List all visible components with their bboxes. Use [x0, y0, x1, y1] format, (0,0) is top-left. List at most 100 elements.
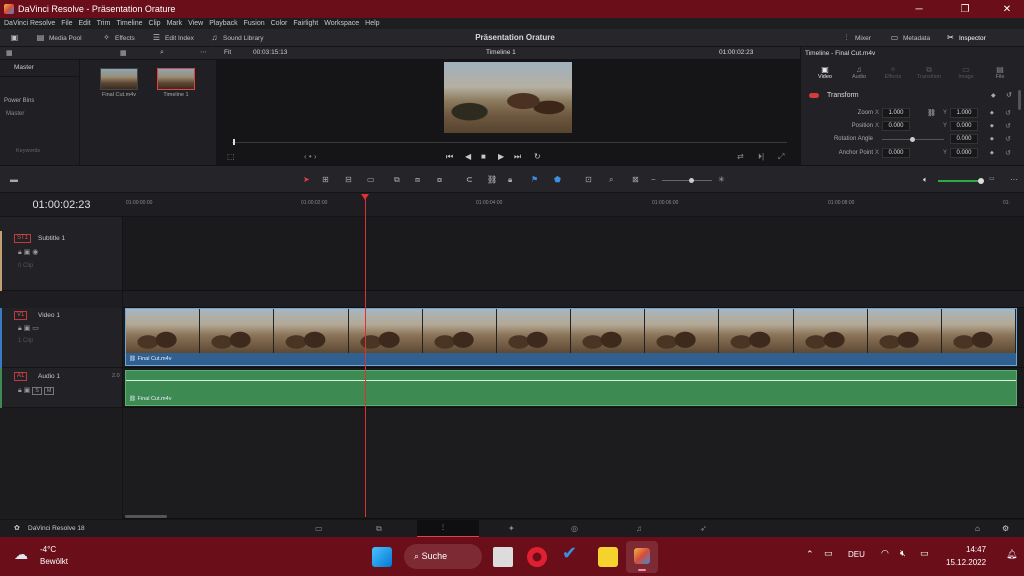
- menu-file[interactable]: File: [61, 20, 72, 27]
- power-bin-master[interactable]: Master: [6, 111, 24, 117]
- deliver-page-icon[interactable]: ➶: [700, 524, 707, 533]
- cloud-icon[interactable]: ☁: [14, 546, 28, 563]
- media-page-icon[interactable]: ▭: [315, 524, 323, 533]
- db-meter-icon[interactable]: ▭: [989, 175, 995, 182]
- settings-icon[interactable]: ⚙: [1002, 524, 1009, 533]
- zoom-full-icon[interactable]: ⊡: [585, 175, 592, 184]
- menu-workspace[interactable]: Workspace: [324, 20, 359, 27]
- clip-thumb-final-cut[interactable]: [100, 68, 138, 90]
- clock-date[interactable]: 15.12.2022: [946, 558, 986, 567]
- loop-icon[interactable]: ↻: [534, 152, 541, 161]
- next-edit-icon[interactable]: ⏵|: [758, 152, 764, 162]
- menu-fusion[interactable]: Fusion: [244, 20, 265, 27]
- anchor-y-field[interactable]: 0.000: [950, 148, 978, 158]
- audio-clip[interactable]: ⛓ Final Cut.m4v: [125, 370, 1017, 406]
- anchor-x-field[interactable]: 0.000: [882, 148, 910, 158]
- cut-page-icon[interactable]: ⧉: [376, 524, 382, 534]
- menu-trim[interactable]: Trim: [97, 20, 111, 27]
- mixer-button[interactable]: ⫶ Mixer: [842, 32, 871, 44]
- chevron-up-icon[interactable]: ⌃: [806, 549, 814, 560]
- volume-slider[interactable]: [938, 180, 982, 182]
- position-reset-icon[interactable]: ↺: [1005, 122, 1011, 130]
- timeline-zoom-handle[interactable]: [689, 178, 694, 183]
- list-view-icon[interactable]: ▦: [6, 49, 13, 57]
- overwrite-clip-icon[interactable]: ⧈: [415, 175, 420, 185]
- go-to-end-icon[interactable]: ⏭: [514, 152, 521, 162]
- trim-tool-icon[interactable]: ⊞: [322, 175, 329, 184]
- fusion-page-icon[interactable]: ✦: [508, 524, 515, 533]
- mute-button[interactable]: M: [43, 387, 55, 395]
- clip-thumb-timeline-1[interactable]: [157, 68, 195, 90]
- timeline-playhead[interactable]: [365, 194, 366, 517]
- timeline-zoom-slider[interactable]: [662, 180, 712, 181]
- inspector-scrollbar[interactable]: [1018, 90, 1021, 110]
- flag-icon[interactable]: ⚑: [531, 175, 538, 184]
- play-icon[interactable]: ▶: [498, 152, 504, 161]
- sound-library-button[interactable]: ♫ Sound Library: [210, 32, 264, 44]
- lock-icon[interactable]: 🔒︎: [18, 325, 22, 332]
- track-visibility-icon[interactable]: ▭: [32, 325, 39, 332]
- solo-button[interactable]: S: [32, 387, 42, 395]
- subtitle-lane[interactable]: [123, 217, 1024, 291]
- viewer-overlay-icon[interactable]: ⬚: [227, 152, 235, 161]
- stop-icon[interactable]: ■: [481, 152, 486, 161]
- tab-audio[interactable]: ♫ Audio: [844, 65, 874, 80]
- volume-handle[interactable]: [978, 178, 984, 184]
- maximize-button[interactable]: ❐: [950, 0, 980, 18]
- notifications-icon[interactable]: 🔔︎: [1006, 549, 1017, 560]
- more-options-icon[interactable]: ⋯: [200, 48, 207, 56]
- close-button[interactable]: ✕: [992, 0, 1022, 18]
- insert-clip-icon[interactable]: ⧉: [394, 175, 400, 185]
- language-indicator[interactable]: DEU: [848, 550, 865, 559]
- lock-icon[interactable]: 🔒︎: [18, 387, 22, 394]
- lock-icon[interactable]: 🔒︎: [18, 249, 22, 256]
- eye-icon[interactable]: ◉: [32, 249, 38, 256]
- zoom-detail-icon[interactable]: ⌕: [609, 175, 613, 185]
- auto-select-icon[interactable]: ▣: [24, 325, 31, 332]
- caption-icon[interactable]: ▣: [24, 249, 31, 256]
- sticky-notes-icon[interactable]: [598, 547, 618, 567]
- snapping-icon[interactable]: ⊂: [466, 175, 473, 184]
- task-view-icon[interactable]: [493, 547, 513, 567]
- link-icon[interactable]: ⛓: [927, 109, 936, 117]
- timeline-scrollbar[interactable]: [125, 515, 167, 518]
- home-icon[interactable]: ⌂: [975, 524, 980, 533]
- taskbar-search[interactable]: ⌕ Suche: [404, 544, 482, 569]
- go-to-start-icon[interactable]: ⏮: [446, 152, 453, 162]
- rotation-reset-icon[interactable]: ↺: [1005, 135, 1011, 143]
- match-frame-icon[interactable]: ⇄: [737, 152, 744, 161]
- playhead-handle[interactable]: [361, 194, 369, 200]
- position-y-field[interactable]: 0.000: [950, 121, 978, 131]
- wifi-icon[interactable]: ◠: [881, 548, 889, 559]
- zoom-x-field[interactable]: 1.000: [882, 108, 910, 118]
- reset-icon[interactable]: ↺: [1006, 91, 1012, 99]
- anchor-reset-icon[interactable]: ↺: [1005, 149, 1011, 157]
- marker-icon[interactable]: ⬟: [554, 175, 561, 184]
- layout-icon[interactable]: ▬: [10, 175, 18, 184]
- dynamic-trim-icon[interactable]: ⊟: [345, 175, 352, 184]
- start-button[interactable]: [372, 547, 392, 567]
- minimize-button[interactable]: ─: [904, 0, 934, 18]
- step-back-icon[interactable]: ◀: [465, 152, 471, 161]
- keyframe-icon[interactable]: ◆: [991, 92, 996, 99]
- resolve-taskbar-button[interactable]: [626, 541, 658, 573]
- battery-icon[interactable]: ▭: [920, 548, 929, 559]
- zoom-reset-icon[interactable]: ↺: [1005, 109, 1011, 117]
- tab-file[interactable]: ▤ File: [985, 65, 1015, 80]
- color-page-icon[interactable]: ◎: [571, 524, 578, 533]
- search-icon[interactable]: ⌕: [160, 49, 164, 57]
- timeline-ruler[interactable]: 01:00:00:00 01:00:02:00 01:00:04:00 01:0…: [123, 193, 1024, 217]
- tab-image[interactable]: ▭ Image: [951, 65, 981, 80]
- zoom-in-icon[interactable]: ✳: [718, 175, 725, 184]
- empty-lane[interactable]: [123, 408, 1024, 519]
- edit-page-tab[interactable]: ⫶: [417, 520, 479, 538]
- menu-color[interactable]: Color: [271, 20, 288, 27]
- menu-view[interactable]: View: [188, 20, 203, 27]
- menu-help[interactable]: Help: [365, 20, 379, 27]
- replace-clip-icon[interactable]: ⧇: [437, 175, 442, 185]
- selection-tool-icon[interactable]: ➤: [303, 175, 310, 184]
- fullscreen-icon[interactable]: ⤢: [778, 152, 784, 162]
- menu-clip[interactable]: Clip: [149, 20, 161, 27]
- opera-icon[interactable]: [527, 547, 547, 567]
- bin-master[interactable]: Master: [14, 64, 34, 71]
